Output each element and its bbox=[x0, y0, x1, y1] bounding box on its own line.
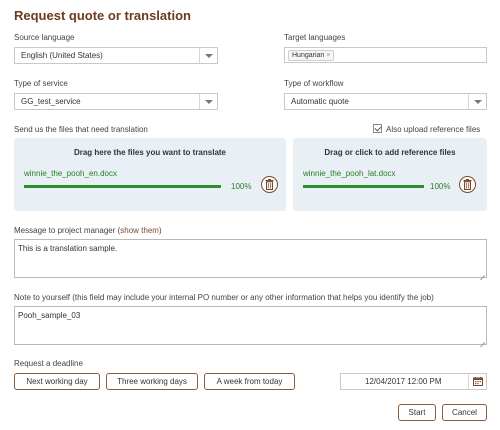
close-icon[interactable]: × bbox=[326, 52, 330, 59]
start-button[interactable]: Start bbox=[398, 404, 436, 421]
three-working-days-button[interactable]: Three working days bbox=[106, 373, 198, 390]
note-text: Pooh_sample_03 bbox=[18, 311, 81, 320]
cancel-button[interactable]: Cancel bbox=[442, 404, 487, 421]
show-them-link[interactable]: show them bbox=[120, 226, 159, 235]
chevron-down-icon[interactable] bbox=[199, 94, 217, 109]
deadline-date-input[interactable]: 12/04/2017 12:00 PM bbox=[340, 373, 487, 390]
chevron-down-icon[interactable] bbox=[468, 94, 486, 109]
next-working-day-button[interactable]: Next working day bbox=[14, 373, 100, 390]
deadline-date-value: 12/04/2017 12:00 PM bbox=[365, 377, 442, 386]
deadline-label: Request a deadline bbox=[14, 359, 83, 368]
dropzone-heading: Drag or click to add reference files bbox=[324, 148, 456, 157]
page-title: Request quote or translation bbox=[14, 8, 191, 23]
upload-progress-bar bbox=[24, 185, 221, 188]
upload-progress-bar bbox=[303, 185, 424, 188]
service-type-label: Type of service bbox=[14, 79, 68, 88]
note-textarea[interactable]: Pooh_sample_03 bbox=[14, 306, 487, 345]
trash-icon bbox=[463, 179, 472, 190]
message-textarea[interactable]: This is a translation sample. bbox=[14, 239, 487, 278]
uploaded-file-name: winnie_the_pooh_en.docx bbox=[24, 169, 117, 178]
resize-handle[interactable] bbox=[479, 270, 485, 276]
delete-file-button[interactable] bbox=[459, 176, 476, 193]
chevron-down-icon[interactable] bbox=[199, 48, 217, 63]
upload-progress-percent: 100% bbox=[430, 182, 451, 191]
calendar-button[interactable] bbox=[468, 374, 486, 389]
message-label: Message to project manager (show them) bbox=[14, 226, 162, 235]
files-label: Send us the files that need translation bbox=[14, 125, 148, 134]
calendar-icon bbox=[473, 377, 483, 386]
service-type-select[interactable]: GG_test_service bbox=[14, 93, 218, 110]
reference-dropzone[interactable]: Drag or click to add reference files win… bbox=[293, 138, 487, 211]
source-language-select[interactable]: English (United States) bbox=[14, 47, 218, 64]
source-language-label: Source language bbox=[14, 33, 75, 42]
target-languages-label: Target languages bbox=[284, 33, 346, 42]
message-label-end: ) bbox=[158, 226, 162, 235]
language-tag-label: Hungarian bbox=[292, 52, 325, 59]
uploaded-file-name: winnie_the_pooh_lat.docx bbox=[303, 169, 396, 178]
reference-files-checkbox-label[interactable]: Also upload reference files bbox=[386, 125, 480, 134]
workflow-type-label: Type of workflow bbox=[284, 79, 344, 88]
reference-files-checkbox[interactable] bbox=[373, 124, 382, 133]
trash-icon bbox=[265, 179, 274, 190]
translate-dropzone[interactable]: Drag here the files you want to translat… bbox=[14, 138, 286, 211]
source-language-value: English (United States) bbox=[21, 51, 103, 60]
service-type-value: GG_test_service bbox=[21, 97, 81, 106]
note-label: Note to yourself (this field may include… bbox=[14, 293, 434, 302]
target-languages-input[interactable]: Hungarian × bbox=[284, 47, 487, 63]
dropzone-heading: Drag here the files you want to translat… bbox=[73, 148, 227, 157]
resize-handle[interactable] bbox=[479, 337, 485, 343]
upload-progress-percent: 100% bbox=[231, 182, 252, 191]
week-from-today-button[interactable]: A week from today bbox=[204, 373, 295, 390]
message-label-text: Message to project manager ( bbox=[14, 226, 121, 235]
delete-file-button[interactable] bbox=[261, 176, 278, 193]
workflow-type-select[interactable]: Automatic quote bbox=[284, 93, 487, 110]
language-tag: Hungarian × bbox=[288, 50, 335, 61]
message-text: This is a translation sample. bbox=[18, 244, 118, 253]
workflow-type-value: Automatic quote bbox=[291, 97, 349, 106]
